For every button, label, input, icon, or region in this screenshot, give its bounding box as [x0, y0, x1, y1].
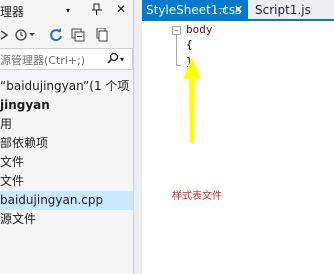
outline-guide-end [176, 65, 181, 66]
search-icon[interactable] [107, 52, 119, 67]
outline-guide [176, 35, 177, 65]
tab-label: StyleSheet1.css [146, 3, 242, 17]
tree-item[interactable]: 文件 [0, 172, 133, 191]
tree-item-label: 用 [0, 117, 13, 131]
tree-item-label: 文件 [0, 155, 25, 169]
tree-item-label: 文件 [0, 174, 25, 188]
tab-close-icon[interactable]: ✕ [234, 3, 243, 16]
refresh-icon[interactable] [48, 26, 64, 44]
tree-item[interactable]: baidujingyan.cpp [0, 191, 133, 210]
tree-item-label: “baidujingyan”(1 个项 [0, 79, 130, 93]
tree-item[interactable]: 源文件 [0, 210, 133, 229]
code-line-selector: body [186, 23, 213, 36]
editor-tab-strip: StyleSheet1.css ⊣ ✕ Script1.js [142, 0, 334, 21]
search-box[interactable]: 源管理器(Ctrl+;) ▾ [0, 48, 133, 70]
solution-explorer-toolbar [0, 22, 133, 48]
code-line-open-brace: { [186, 38, 193, 51]
window-position-dropdown-icon[interactable]: ▾ [66, 6, 70, 15]
splitter[interactable] [134, 0, 142, 274]
show-all-files-icon[interactable] [94, 26, 110, 44]
collapse-all-icon[interactable] [70, 26, 86, 44]
history-icon[interactable] [14, 26, 36, 44]
annotation-label: 样式表文件 [172, 191, 222, 202]
panel-title: 理器 [0, 5, 25, 19]
tab-pin-icon[interactable]: ⊣ [218, 4, 227, 15]
pin-icon[interactable] [92, 3, 102, 18]
tree-item-label: 部依赖项 [0, 136, 49, 150]
yellow-arrow-annotation [183, 57, 201, 143]
tab-stylesheet1-css[interactable]: StyleSheet1.css ⊣ ✕ [142, 0, 248, 21]
tree-item-label: 源文件 [0, 212, 37, 226]
search-input[interactable]: 源管理器(Ctrl+;) [0, 52, 85, 68]
tree-item[interactable]: “baidujingyan”(1 个项 [0, 77, 133, 96]
search-options-dropdown-icon[interactable]: ▾ [120, 55, 124, 64]
tab-script1-js[interactable]: Script1.js [252, 0, 334, 21]
solution-explorer-titlebar: 理器 ▾ ✕ [0, 0, 133, 22]
home-icon[interactable] [0, 26, 10, 44]
code-editor[interactable]: − body { } 样式表文件 [142, 21, 334, 274]
tree-item-label: baidujingyan.cpp [0, 193, 104, 207]
tab-label: Script1.js [255, 3, 311, 17]
collapse-toggle-icon[interactable]: − [172, 26, 181, 35]
solution-explorer-panel: 理器 ▾ ✕ 源管理器(Ctrl+;) ▾ “baidujingyan”(1 个… [0, 0, 133, 274]
tree-item[interactable]: jingyan [0, 96, 133, 115]
tree-item[interactable]: 用 [0, 115, 133, 134]
tree-item[interactable]: 部依赖项 [0, 134, 133, 153]
close-icon[interactable]: ✕ [116, 2, 126, 16]
tree-item-label: jingyan [0, 98, 50, 112]
tree-item[interactable]: 文件 [0, 153, 133, 172]
